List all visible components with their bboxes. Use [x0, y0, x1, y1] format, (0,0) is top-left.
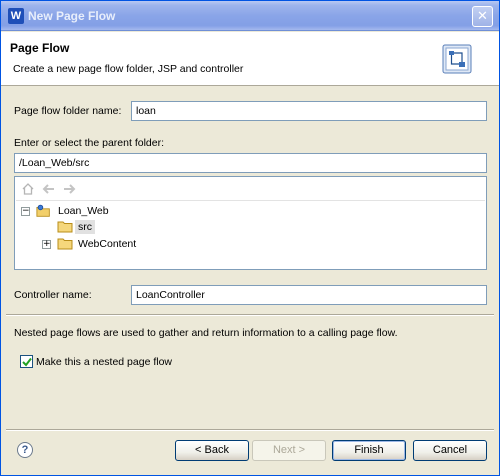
folder-name-input[interactable]: loan: [131, 101, 487, 121]
tree-node-webcontent[interactable]: WebContent: [78, 238, 136, 250]
parent-folder-input[interactable]: /Loan_Web/src: [14, 153, 487, 173]
next-button[interactable]: Next >: [252, 440, 326, 461]
forward-arrow-icon[interactable]: [61, 182, 77, 199]
page-flow-wizard-icon: [442, 44, 472, 74]
controller-name-label: Controller name:: [14, 289, 92, 301]
nested-checkbox-label[interactable]: Make this a nested page flow: [36, 356, 172, 368]
page-title: Page Flow: [10, 41, 70, 55]
folder-icon: [57, 221, 73, 233]
nested-info-text: Nested page flows are used to gather and…: [14, 327, 398, 339]
new-page-flow-dialog: W New Page Flow ✕ Page Flow Create a new…: [0, 0, 500, 476]
folder-name-label: Page flow folder name:: [14, 105, 122, 117]
cancel-button[interactable]: Cancel: [413, 440, 487, 461]
footer-separator: [6, 429, 494, 431]
app-icon: W: [8, 8, 24, 24]
back-arrow-icon[interactable]: [41, 182, 57, 199]
tree-node-src[interactable]: src: [75, 220, 95, 234]
close-button[interactable]: ✕: [472, 6, 493, 27]
home-icon[interactable]: [21, 182, 35, 199]
page-description: Create a new page flow folder, JSP and c…: [13, 63, 244, 75]
project-folder-icon: [36, 204, 50, 217]
wizard-header: Page Flow Create a new page flow folder,…: [1, 32, 499, 86]
help-icon[interactable]: ?: [17, 442, 33, 458]
tree-toolbar-separator: [16, 200, 485, 201]
parent-folder-label: Enter or select the parent folder:: [14, 137, 164, 149]
window-title: New Page Flow: [28, 9, 116, 23]
nested-page-flow-checkbox[interactable]: [20, 355, 33, 368]
controller-name-input[interactable]: LoanController: [131, 285, 487, 305]
finish-button[interactable]: Finish: [332, 440, 406, 461]
checkmark-icon: [22, 357, 32, 367]
folder-tree[interactable]: − Loan_Web src + WebContent: [14, 176, 487, 270]
expand-icon[interactable]: +: [42, 240, 51, 249]
title-bar[interactable]: W New Page Flow ✕: [1, 1, 499, 31]
separator: [6, 314, 494, 316]
back-button[interactable]: < Back: [175, 440, 249, 461]
tree-node-loan-web[interactable]: Loan_Web: [58, 205, 109, 217]
collapse-icon[interactable]: −: [21, 207, 30, 216]
folder-icon: [57, 238, 73, 250]
